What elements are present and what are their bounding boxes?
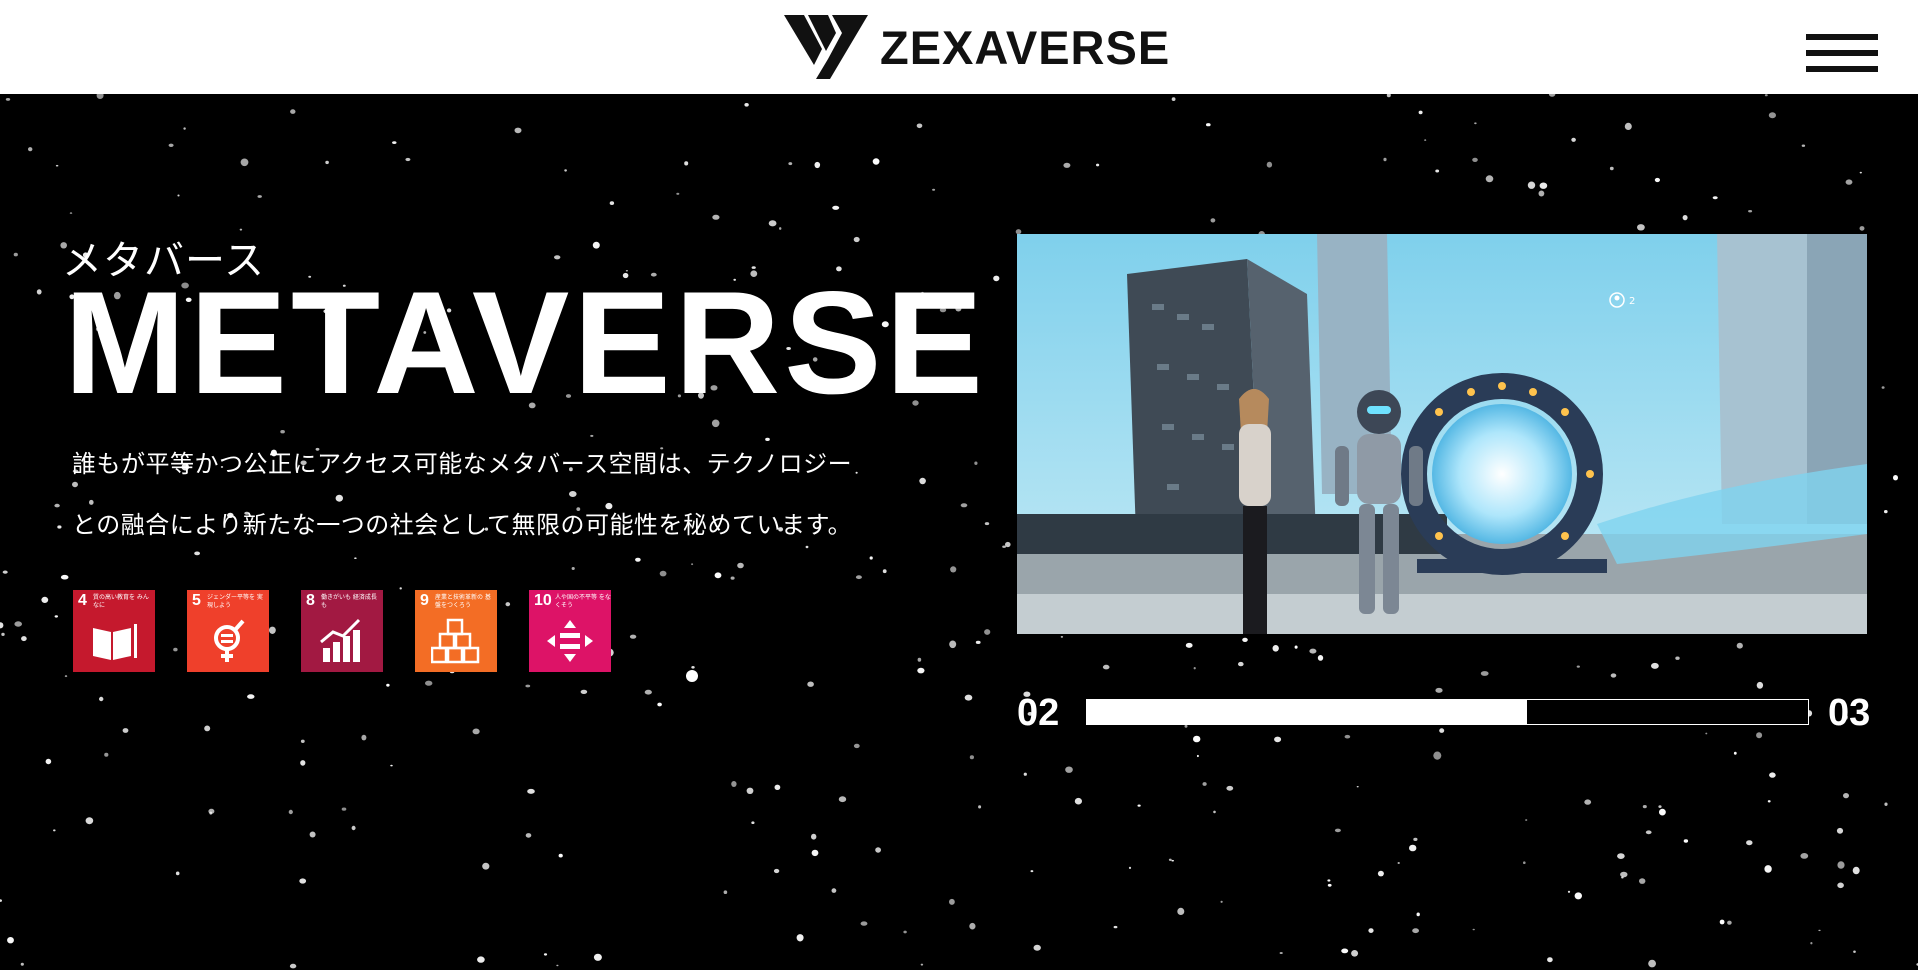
sdg-label: ジェンダー平等を 実現しよう (207, 594, 263, 609)
sdg-goal-5-icon: 5 ジェンダー平等を 実現しよう (187, 590, 269, 672)
sdg-label: 産業と技術革新の 基盤をつくろう (435, 594, 491, 609)
sdg-goal-8-icon: 8 働きがいも 経済成長も (301, 590, 383, 672)
sdg-goal-4-icon: 4 質の高い教育を みんなに (73, 590, 155, 672)
cubes-icon (431, 618, 480, 664)
metaverse-scene-image[interactable]: 2 (1017, 234, 1867, 634)
section-title: METAVERSE (64, 261, 987, 424)
sdg-number: 9 (420, 592, 429, 609)
slide-current-index: 02 (1017, 692, 1060, 734)
hero-section: メタバース METAVERSE 誰もが平等かつ公正にアクセス可能なメタバース空間… (0, 94, 1918, 970)
sdg-label: 人や国の不平等 をなくそう (555, 594, 611, 609)
sdg-label: 質の高い教育を みんなに (93, 594, 149, 609)
sdg-number: 8 (306, 592, 315, 609)
sdg-goal-9-icon: 9 産業と技術革新の 基盤をつくろう (415, 590, 497, 672)
sdg-icon-list: 4 質の高い教育を みんなに 5 ジェンダー平等を 実現しよう 8 働きがいも … (73, 590, 643, 672)
sdg-label: 働きがいも 経済成長も (321, 594, 377, 609)
brand-logo[interactable]: ZEXAVERSE (784, 14, 1170, 80)
gender-equality-icon (214, 619, 245, 662)
slide-progress-bar (1086, 699, 1809, 725)
growth-chart-icon (320, 618, 361, 662)
arrows-equal-icon (547, 620, 593, 662)
site-header: ZEXAVERSE (0, 0, 1920, 94)
sdg-goal-10-icon: 10 人や国の不平等 をなくそう (529, 590, 611, 672)
sdg-number: 10 (534, 592, 552, 609)
book-pencil-icon (93, 624, 137, 660)
slide-progress-fill (1087, 700, 1527, 724)
zexaverse-logo-mark-icon (784, 15, 868, 79)
hamburger-menu-icon[interactable] (1806, 30, 1878, 76)
metaverse-scene-illustration: 2 (1017, 234, 1867, 634)
user-count: 2 (1629, 296, 1635, 307)
slide-total-count: 03 (1828, 692, 1871, 734)
section-description: 誰もが平等かつ公正にアクセス可能なメタバース空間は、テクノロジーとの融合により新… (72, 450, 853, 539)
sdg-number: 4 (78, 592, 87, 609)
sdg-number: 5 (192, 592, 201, 609)
brand-name: ZEXAVERSE (880, 20, 1171, 74)
